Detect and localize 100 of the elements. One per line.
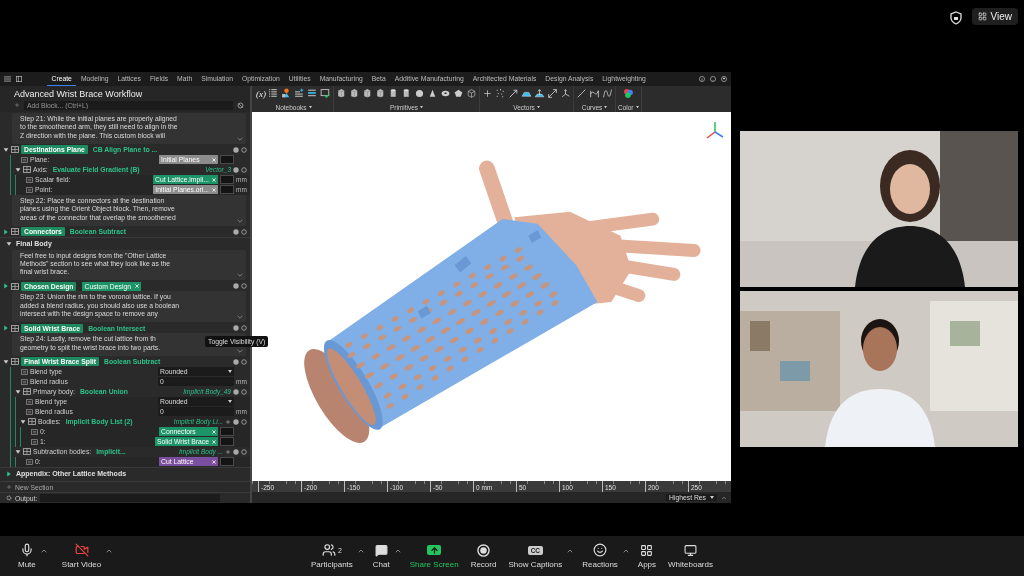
point-icon[interactable] (482, 88, 493, 99)
add-icon[interactable] (225, 418, 231, 425)
expanded-caret-icon[interactable] (15, 448, 21, 455)
output-field[interactable] (40, 494, 221, 502)
remove-icon[interactable] (212, 429, 216, 434)
caret-icon[interactable] (393, 547, 402, 555)
shapes-icon[interactable] (281, 88, 292, 99)
slab-icon[interactable] (375, 88, 386, 99)
sphere-icon[interactable] (414, 88, 425, 99)
help-icon[interactable] (233, 228, 239, 235)
input-field[interactable] (220, 155, 234, 165)
caret-icon[interactable] (710, 496, 714, 499)
visibility-icon[interactable] (241, 146, 247, 153)
help-icon[interactable] (233, 166, 239, 173)
input-field[interactable] (220, 175, 234, 185)
points-icon[interactable] (495, 88, 506, 99)
curve-icon[interactable] (589, 88, 600, 99)
collapsed-caret-icon[interactable] (3, 325, 9, 332)
mic-button[interactable]: Mute (14, 541, 40, 571)
sort-list-icon[interactable] (307, 88, 318, 99)
collapsed-caret-icon[interactable] (3, 283, 9, 290)
chevron-icon[interactable] (237, 136, 243, 141)
help-icon[interactable] (710, 76, 716, 82)
gear-icon[interactable] (6, 495, 12, 501)
apps-button[interactable]: Apps (633, 541, 661, 571)
add-list-icon[interactable] (294, 88, 305, 99)
expanded-caret-icon[interactable] (3, 358, 9, 365)
cylinder-icon[interactable] (388, 88, 399, 99)
chevron-icon[interactable] (237, 273, 243, 278)
visibility-icon[interactable] (241, 283, 247, 290)
caret-icon[interactable] (39, 547, 48, 555)
cone-icon[interactable] (427, 88, 438, 99)
arrow-icon[interactable] (508, 88, 519, 99)
help-icon[interactable] (233, 448, 239, 455)
reactions-button[interactable]: Reactions (578, 541, 622, 571)
help-icon[interactable] (233, 358, 239, 365)
chevron-icon[interactable] (237, 218, 243, 223)
expanded-caret-icon[interactable] (6, 240, 12, 247)
collapsed-caret-icon[interactable] (6, 470, 12, 477)
refresh-icon[interactable] (237, 101, 244, 109)
variable-button[interactable]: (x) (256, 88, 266, 99)
help-icon[interactable] (233, 418, 239, 425)
share-button[interactable]: Share Screen (405, 541, 463, 571)
caret-icon[interactable] (356, 547, 365, 555)
help-icon[interactable] (233, 146, 239, 153)
remove-icon[interactable] (212, 187, 216, 192)
remove-icon[interactable] (212, 177, 216, 182)
cylinder-icon[interactable] (401, 88, 412, 99)
visibility-icon[interactable] (241, 388, 247, 395)
plane-normal-icon[interactable] (534, 88, 545, 99)
caret-icon[interactable] (621, 547, 630, 555)
caret-icon[interactable] (536, 106, 540, 109)
panel-icon[interactable] (16, 76, 22, 82)
collapsed-caret-icon[interactable] (3, 228, 9, 235)
check-icon[interactable] (320, 88, 331, 99)
cube-icon[interactable] (336, 88, 347, 99)
remove-icon[interactable] (212, 439, 216, 444)
video-off-button[interactable]: Start Video (57, 541, 106, 571)
info-icon[interactable] (699, 76, 705, 82)
cube-icon[interactable] (349, 88, 360, 99)
remove-icon[interactable] (212, 459, 216, 464)
help-icon[interactable] (233, 388, 239, 395)
spline-icon[interactable] (602, 88, 613, 99)
input-field[interactable] (220, 437, 234, 447)
input-field[interactable] (220, 457, 234, 467)
visibility-icon[interactable] (241, 166, 247, 173)
user-icon[interactable] (721, 76, 727, 82)
torus-icon[interactable] (440, 88, 451, 99)
caret-icon[interactable] (566, 547, 575, 555)
help-icon[interactable] (233, 325, 239, 332)
caret-icon[interactable] (604, 106, 608, 109)
whiteboards-button[interactable]: Whiteboards (664, 541, 717, 571)
chevron-icon[interactable] (237, 315, 243, 320)
pentagon-icon[interactable] (453, 88, 464, 99)
input-field[interactable] (220, 185, 234, 195)
axes-icon[interactable] (560, 88, 571, 99)
visibility-icon[interactable] (241, 228, 247, 235)
add-icon[interactable] (225, 448, 231, 455)
visibility-icon[interactable] (241, 448, 247, 455)
caret-icon[interactable] (228, 370, 232, 374)
remove-icon[interactable] (212, 157, 216, 162)
expanded-caret-icon[interactable] (20, 418, 26, 425)
color-icon[interactable] (622, 88, 634, 99)
input-field[interactable] (220, 427, 234, 437)
cuboid-icon[interactable] (362, 88, 373, 99)
double-arrow-icon[interactable] (547, 88, 558, 99)
visibility-icon[interactable] (241, 418, 247, 425)
line-icon[interactable] (576, 88, 587, 99)
caret-icon[interactable] (308, 106, 312, 109)
visibility-icon[interactable] (241, 358, 247, 365)
remove-icon[interactable] (135, 284, 140, 289)
caret-icon[interactable] (228, 400, 232, 404)
expanded-caret-icon[interactable] (15, 166, 21, 173)
expanded-caret-icon[interactable] (15, 388, 21, 395)
expanded-caret-icon[interactable] (3, 146, 9, 153)
chat-button[interactable]: Chat (368, 541, 394, 571)
caret-icon[interactable] (420, 106, 424, 109)
caret-icon[interactable] (635, 106, 639, 109)
shield-icon[interactable] (949, 11, 962, 25)
wire-cube-icon[interactable] (466, 88, 477, 99)
